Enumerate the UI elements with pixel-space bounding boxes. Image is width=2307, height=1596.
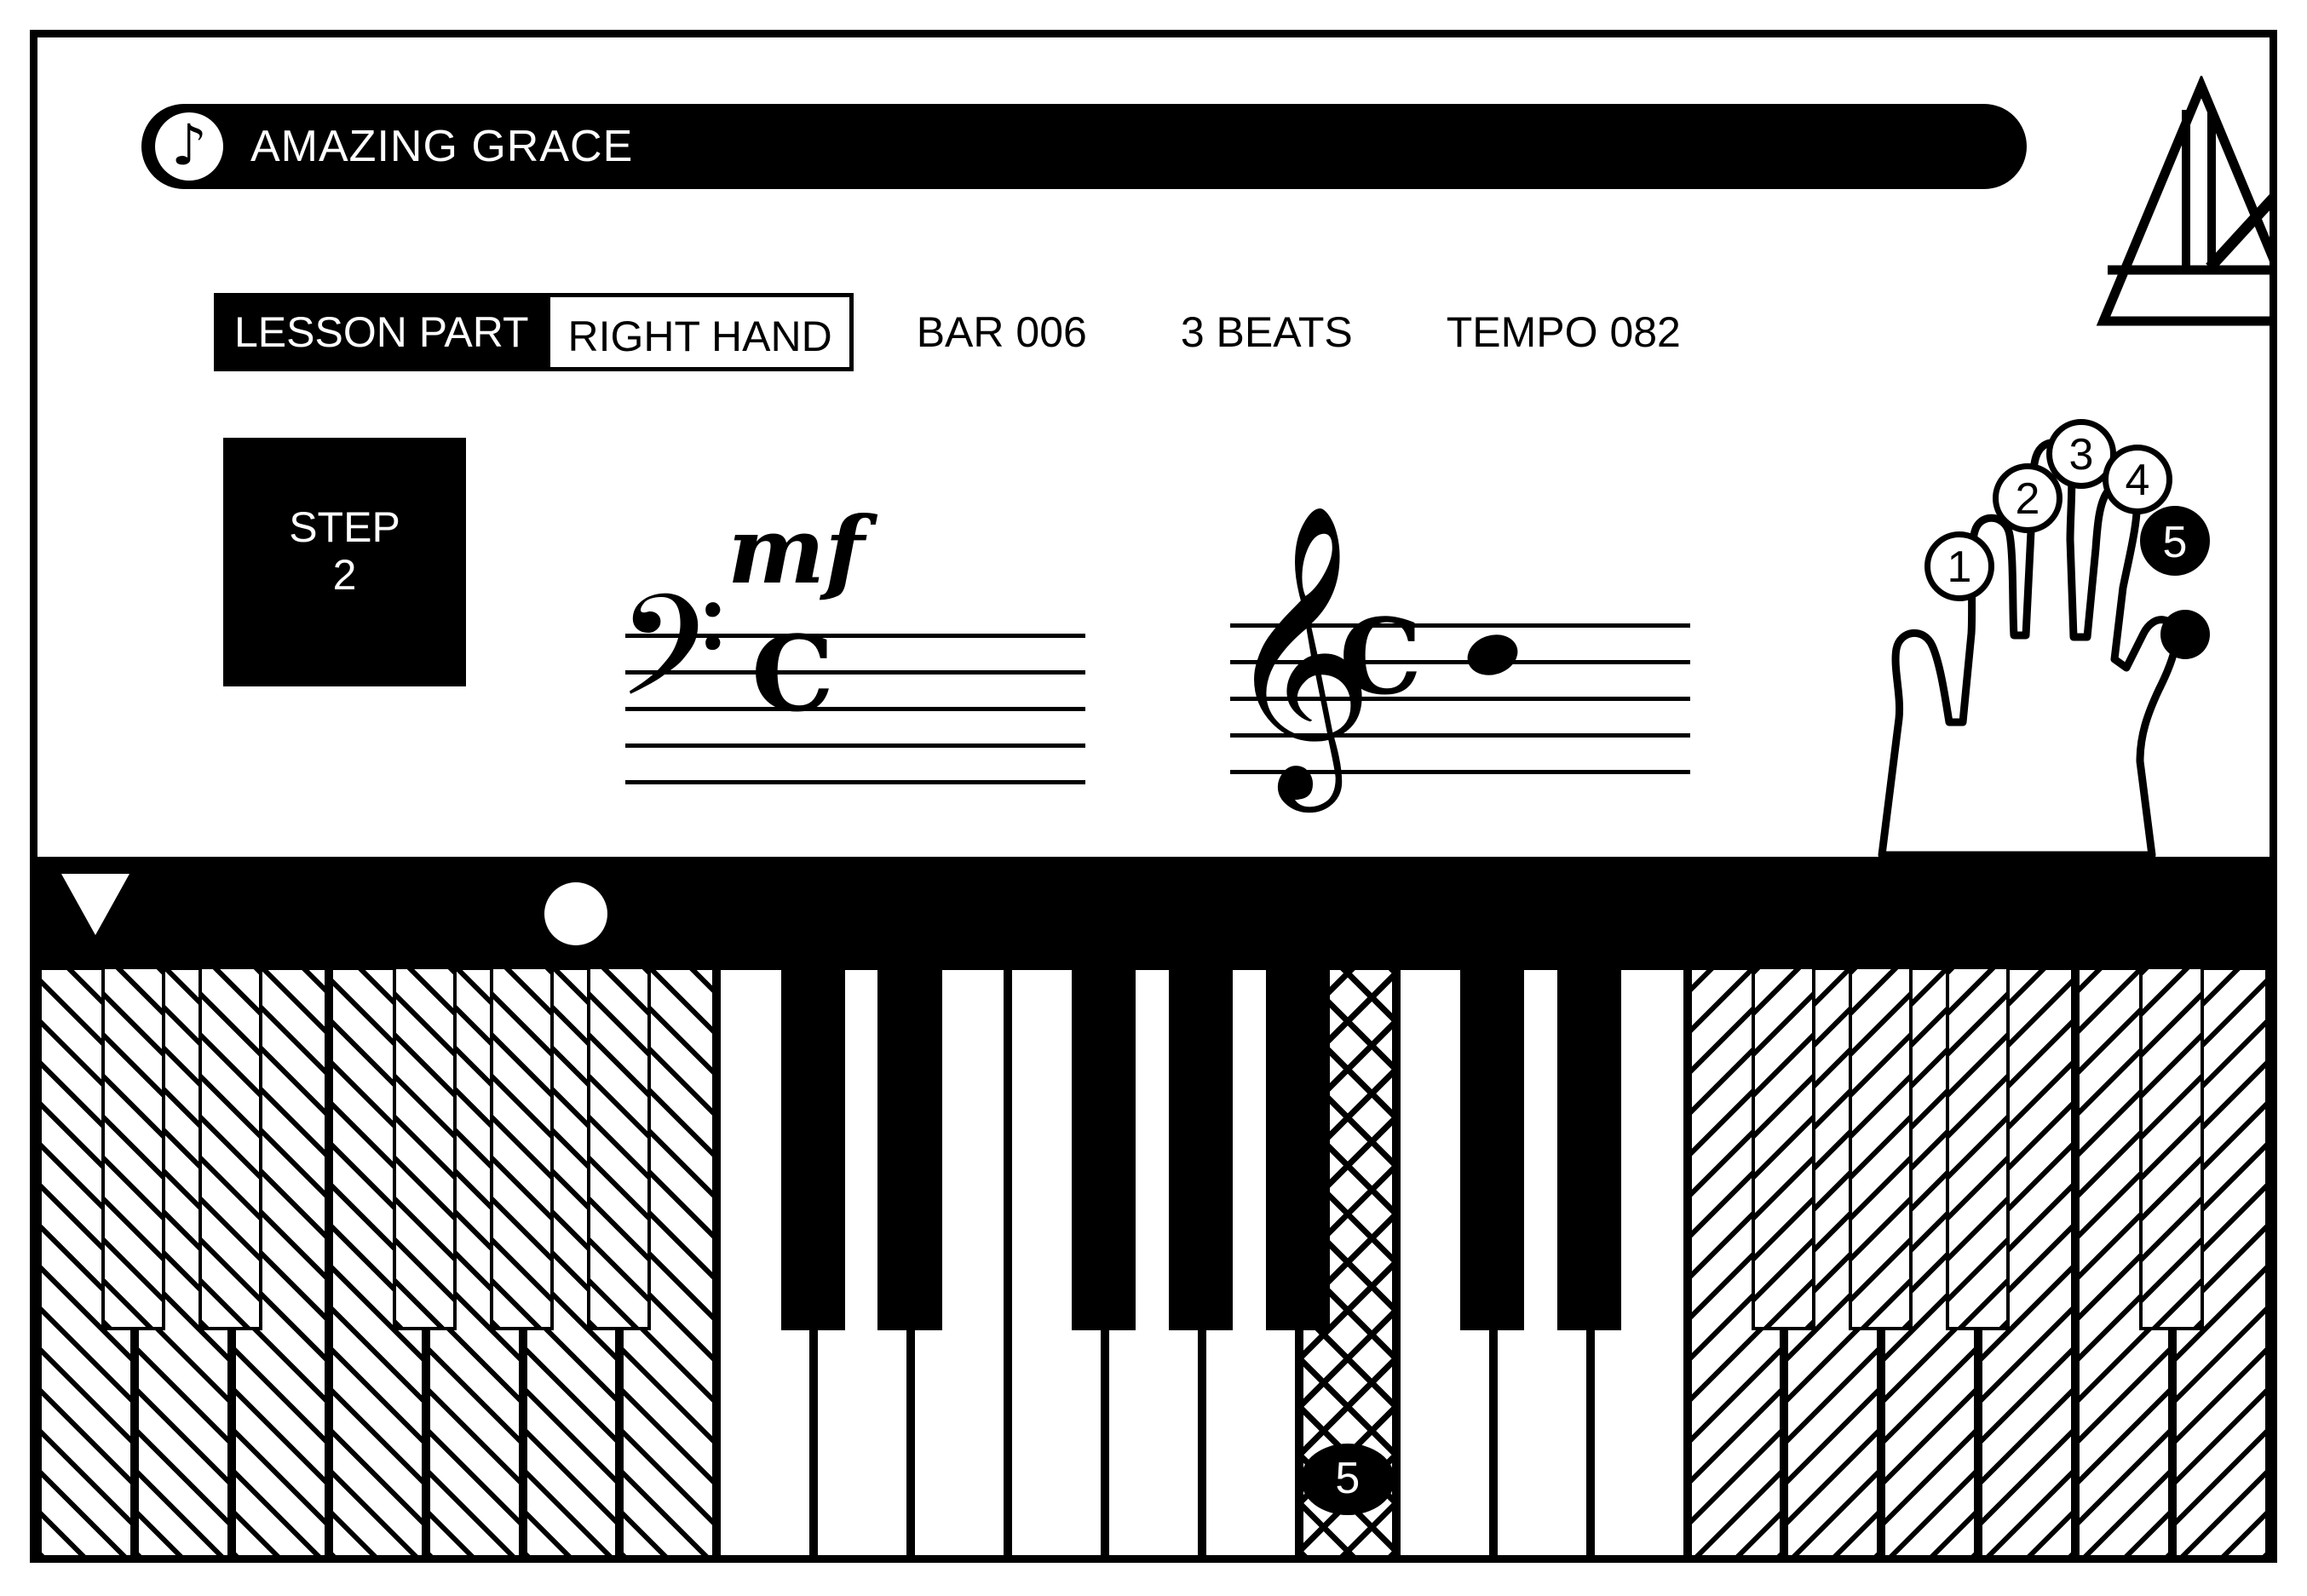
black-key[interactable]: [1072, 966, 1136, 1330]
black-key[interactable]: [1945, 966, 2010, 1330]
lesson-part-value[interactable]: RIGHT HAND: [546, 293, 854, 371]
keyboard-top-bar: [37, 857, 2270, 966]
black-key[interactable]: [780, 966, 845, 1330]
treble-staff: 𝄞 C: [1223, 523, 1690, 778]
black-key[interactable]: [1266, 966, 1331, 1330]
black-key[interactable]: [198, 966, 263, 1330]
black-key[interactable]: [1556, 966, 1622, 1330]
black-key[interactable]: [877, 966, 942, 1330]
song-title-bar[interactable]: ♪ AMAZING GRACE: [141, 104, 2027, 189]
bass-time-signature: C: [751, 612, 835, 735]
finger-number-4: 4: [2103, 445, 2172, 514]
status-strip: LESSON PART RIGHT HAND BAR 006 3 BEATS TEMPO…: [214, 293, 1681, 371]
finger-number-1: 1: [1924, 531, 1994, 601]
black-key[interactable]: [1848, 966, 1913, 1330]
black-key[interactable]: [101, 966, 166, 1330]
black-key[interactable]: [392, 966, 457, 1330]
song-title: AMAZING GRACE: [250, 122, 634, 171]
device-frame: ♪ AMAZING GRACE LESSON PART RIGHT HAND BAR…: [30, 30, 2277, 1563]
active-note-dot-icon: [544, 882, 607, 945]
finger-number-5: 5: [2140, 506, 2210, 576]
playhead-triangle-icon: [61, 874, 129, 935]
tempo-indicator: TEMPO 082: [1446, 308, 1681, 356]
black-key[interactable]: [586, 966, 651, 1330]
eighth-note-icon: ♪: [155, 112, 223, 181]
black-key[interactable]: [2139, 966, 2204, 1330]
bass-staff: 𝄢 C: [617, 579, 1085, 787]
bass-clef-icon: 𝄢: [617, 565, 727, 763]
black-key[interactable]: [1459, 966, 1525, 1330]
black-key[interactable]: [1169, 966, 1234, 1330]
bar-indicator: BAR 006: [916, 308, 1087, 356]
black-key[interactable]: [489, 966, 554, 1330]
black-key[interactable]: [1751, 966, 1815, 1330]
step-badge: STEP 2: [223, 438, 466, 686]
treble-time-signature: C: [1339, 595, 1423, 718]
keys-area: 5: [37, 966, 2270, 1555]
dynamic-marking: mf: [728, 497, 865, 605]
metronome-icon: [2096, 76, 2270, 326]
key-finger-badge: 5: [1300, 1444, 1395, 1515]
active-finger-dot: [2160, 610, 2210, 659]
step-label: STEP: [289, 503, 400, 551]
lesson-part-label: LESSON PART: [214, 293, 549, 371]
piano-keyboard: 5: [37, 857, 2270, 1555]
step-value: 2: [332, 551, 357, 599]
beats-indicator: 3 BEATS: [1180, 308, 1353, 356]
info-panel: ♪ AMAZING GRACE LESSON PART RIGHT HAND BAR…: [37, 37, 2270, 859]
